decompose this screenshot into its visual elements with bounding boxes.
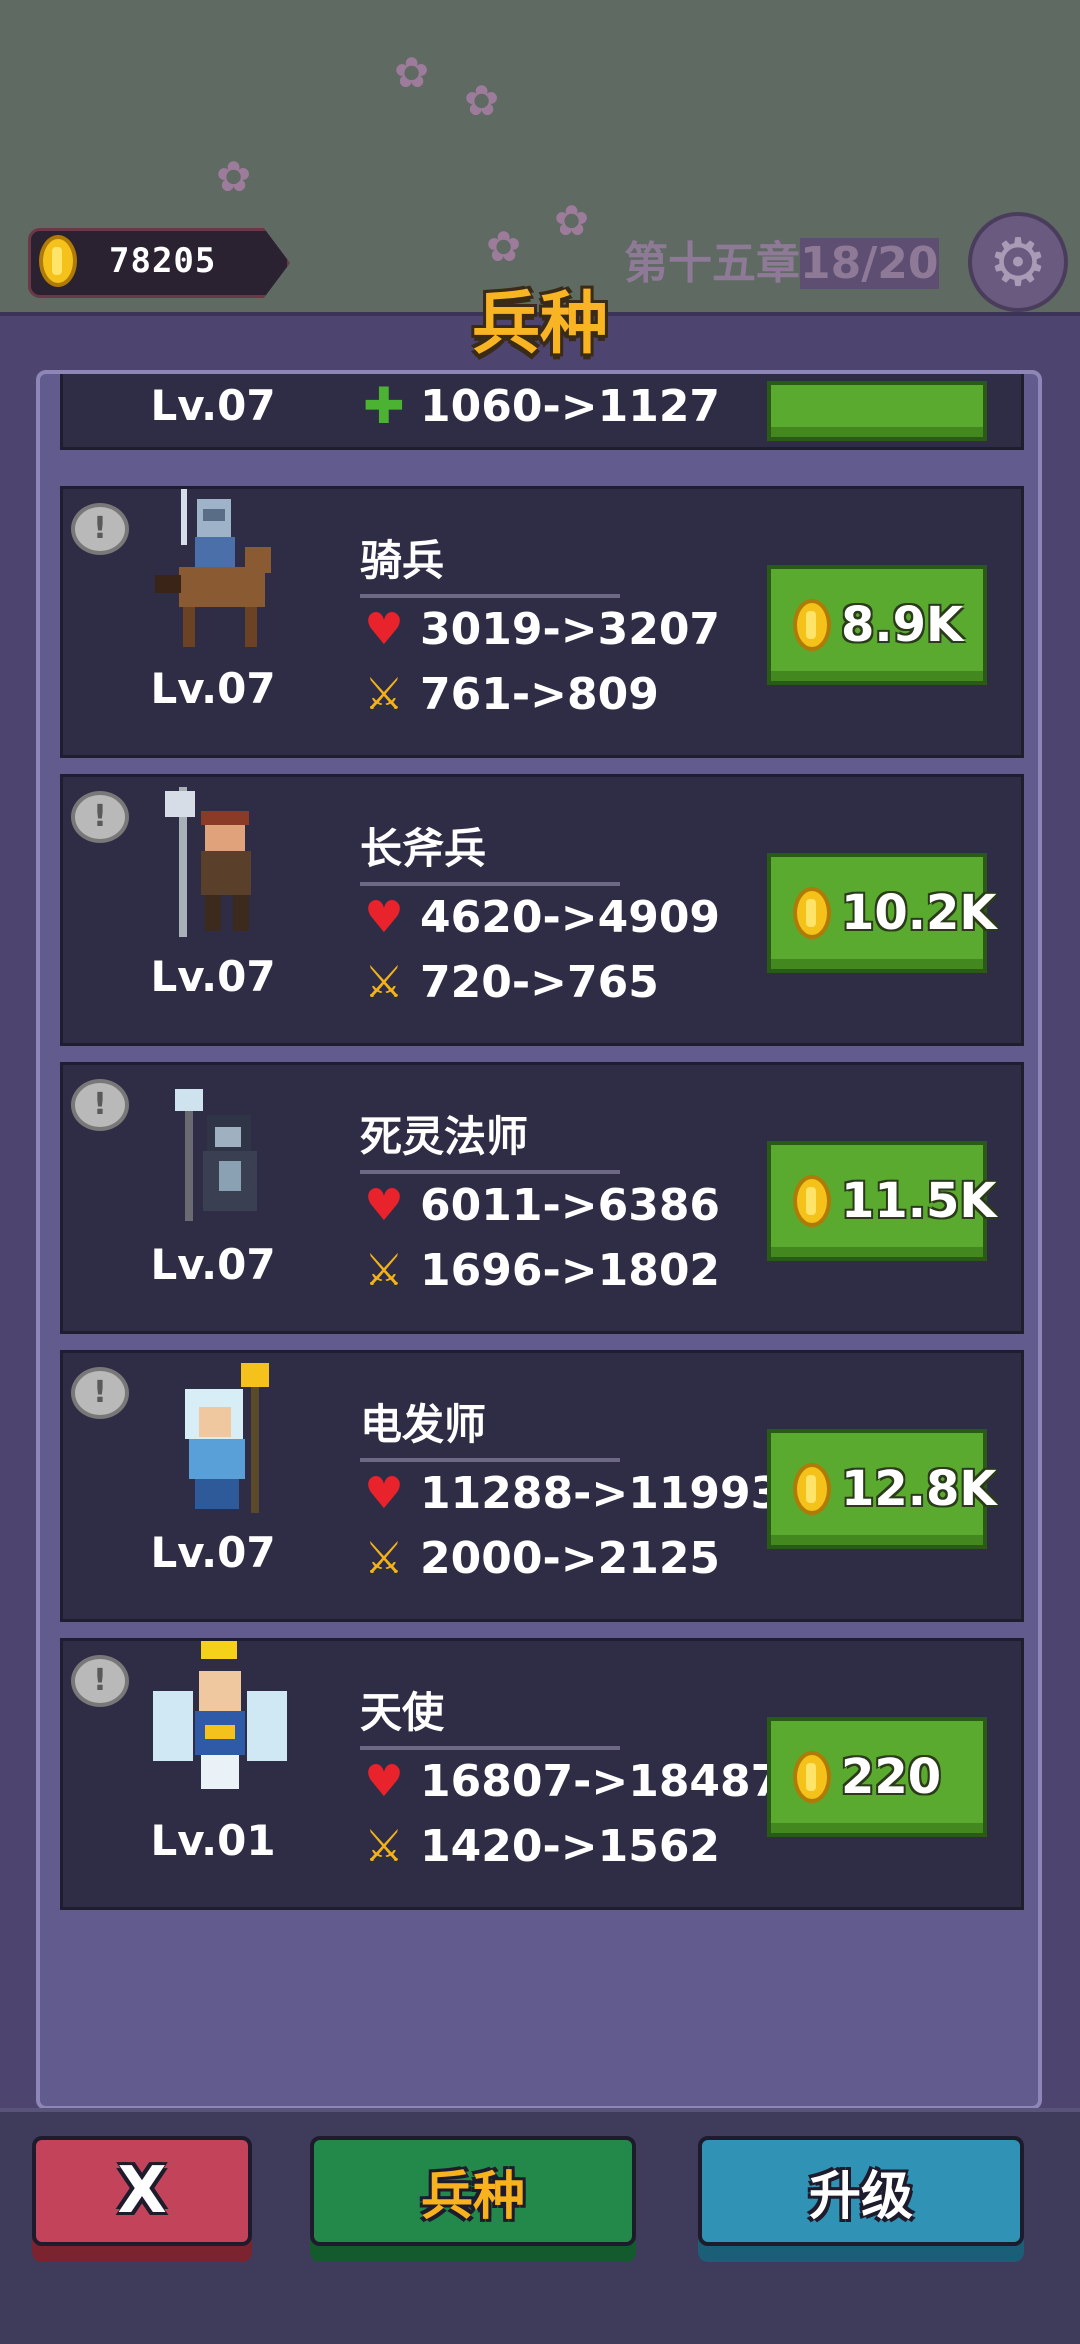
upgrade-cost-button[interactable]: 220 [767, 1717, 987, 1837]
attack-stat: ⚔ 720->765 [360, 957, 659, 1008]
angel-sprite-icon [153, 1641, 287, 1789]
upgrade-cost-button[interactable]: 10.2K [767, 853, 997, 973]
coin-icon [793, 1175, 831, 1227]
attack-value: 761->809 [420, 669, 659, 720]
unit-card: ! Lv.07 电发师 ♥ 11288->11993 ⚔ 2000->2125 … [60, 1350, 1024, 1622]
close-button[interactable]: X [32, 2136, 252, 2246]
hp-value: 4620->4909 [420, 892, 721, 943]
upgrade-cost-button[interactable]: 11.5K [767, 1141, 997, 1261]
plus-icon: ✚ [363, 377, 405, 435]
upgrade-cost-button[interactable]: 12.8K [767, 1429, 997, 1549]
cost-value: 8.9K [841, 597, 964, 653]
hp-stat: ♥ 11288->11993 [360, 1468, 781, 1519]
axeman-sprite-icon [165, 787, 251, 937]
sword-icon: ⚔ [364, 1245, 404, 1296]
hp-value: 6011->6386 [420, 1180, 721, 1231]
hp-stat: ♥ 6011->6386 [360, 1180, 720, 1231]
unit-level: Lv.01 [150, 1816, 276, 1865]
unit-level: Lv.07 [150, 1240, 276, 1289]
unit-name: 长斧兵 [360, 815, 620, 886]
unit-card: ! Lv.01 天使 ♥ 16807->18487 ⚔ 1420->1562 2… [60, 1638, 1024, 1910]
tab-units[interactable]: 兵种 [310, 2136, 636, 2246]
coin-icon [793, 1463, 831, 1515]
heart-icon: ♥ [364, 1468, 404, 1519]
info-badge-icon[interactable]: ! [71, 1367, 129, 1419]
attack-value: 1696->1802 [420, 1245, 721, 1296]
cost-value: 11.5K [841, 1173, 997, 1229]
flower-decoration: ✿ [464, 76, 500, 125]
attack-stat: ⚔ 1696->1802 [360, 1245, 720, 1296]
upgrade-cost-button[interactable]: 8.9K [767, 565, 987, 685]
unit-level: Lv.07 [150, 952, 276, 1001]
hp-stat: ♥ 16807->18487 [360, 1756, 781, 1807]
hp-stat: ♥ 3019->3207 [360, 604, 720, 655]
heal-stat: ✚ 1060->1127 [360, 377, 720, 435]
coin-icon [793, 1751, 831, 1803]
cost-value: 220 [841, 1749, 942, 1805]
panel-title: 兵种 [471, 285, 608, 364]
bottom-bar: X 兵种 升级 [0, 2108, 1080, 2344]
unit-name: 天使 [360, 1679, 620, 1750]
sword-icon: ⚔ [364, 957, 404, 1008]
sword-icon: ⚔ [364, 669, 404, 720]
cost-value: 12.8K [841, 1461, 997, 1517]
attack-stat: ⚔ 2000->2125 [360, 1533, 720, 1584]
buy-button[interactable] [767, 381, 987, 441]
cavalry-sprite-icon [155, 489, 271, 647]
heart-icon: ♥ [364, 892, 404, 943]
flower-decoration: ✿ [216, 152, 252, 201]
necromancer-sprite-icon [175, 1089, 257, 1221]
flower-decoration: ✿ [486, 222, 522, 271]
unit-level: Lv.07 [150, 664, 276, 713]
unit-name: 电发师 [360, 1391, 620, 1462]
heal-value: 1060->1127 [420, 380, 721, 432]
info-badge-icon[interactable]: ! [71, 791, 129, 843]
close-label: X [117, 2154, 167, 2228]
hp-value: 3019->3207 [420, 604, 721, 655]
attack-stat: ⚔ 761->809 [360, 669, 659, 720]
sword-icon: ⚔ [364, 1821, 404, 1872]
heart-icon: ♥ [364, 604, 404, 655]
cost-value: 10.2K [841, 885, 997, 941]
unit-list[interactable]: Lv.07 ✚ 1060->1127 ! Lv.07 骑兵 ♥ 3019->32… [36, 370, 1042, 2110]
unit-name: 死灵法师 [360, 1103, 620, 1174]
hp-value: 11288->11993 [420, 1468, 782, 1519]
units-tab-label: 兵种 [420, 2166, 525, 2227]
hp-stat: ♥ 4620->4909 [360, 892, 720, 943]
tab-upgrade[interactable]: 升级 [698, 2136, 1024, 2246]
coin-icon [793, 887, 831, 939]
coin-icon [793, 599, 831, 651]
attack-stat: ⚔ 1420->1562 [360, 1821, 720, 1872]
flower-decoration: ✿ [394, 48, 430, 97]
upgrade-tab-label: 升级 [808, 2166, 913, 2227]
info-badge-icon[interactable]: ! [71, 1079, 129, 1131]
unit-card: ! Lv.07 长斧兵 ♥ 4620->4909 ⚔ 720->765 10.2… [60, 774, 1024, 1046]
attack-value: 1420->1562 [420, 1821, 721, 1872]
unit-card-partial: Lv.07 ✚ 1060->1127 [60, 374, 1024, 450]
flower-decoration: ✿ [554, 196, 590, 245]
unit-level: Lv.07 [150, 381, 276, 430]
unit-card: ! Lv.07 死灵法师 ♥ 6011->6386 ⚔ 1696->1802 1… [60, 1062, 1024, 1334]
sword-icon: ⚔ [364, 1533, 404, 1584]
hp-value: 16807->18487 [420, 1756, 782, 1807]
info-badge-icon[interactable]: ! [71, 503, 129, 555]
attack-value: 2000->2125 [420, 1533, 721, 1584]
attack-value: 720->765 [420, 957, 659, 1008]
electro-mage-sprite-icon [185, 1363, 269, 1513]
heart-icon: ♥ [364, 1180, 404, 1231]
info-badge-icon[interactable]: ! [71, 1655, 129, 1707]
heart-icon: ♥ [364, 1756, 404, 1807]
unit-level: Lv.07 [150, 1528, 276, 1577]
unit-name: 骑兵 [360, 527, 620, 598]
unit-card: ! Lv.07 骑兵 ♥ 3019->3207 ⚔ 761->809 8.9K [60, 486, 1024, 758]
